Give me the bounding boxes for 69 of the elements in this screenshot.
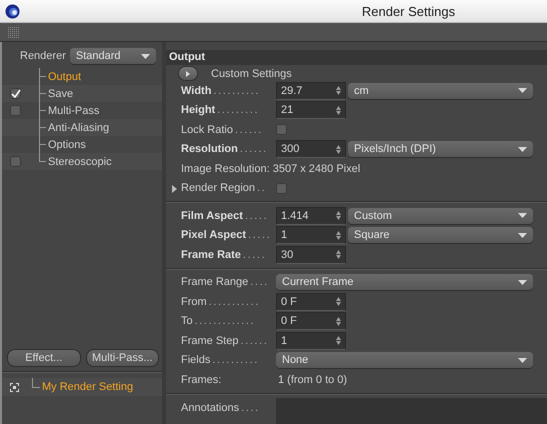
caret-icon bbox=[518, 280, 527, 285]
number-field[interactable]: 21 bbox=[276, 101, 346, 120]
dropdown[interactable]: None bbox=[276, 352, 533, 368]
field-label: Height ......... bbox=[181, 104, 260, 116]
unit-dropdown[interactable]: Square bbox=[348, 227, 533, 244]
caret-icon bbox=[518, 146, 527, 152]
renderer-dropdown[interactable]: Standard bbox=[70, 48, 156, 64]
caret-icon bbox=[141, 54, 150, 58]
field-label: Film Aspect ..... bbox=[181, 210, 270, 222]
info-value: 1 (from 0 to 0) bbox=[278, 374, 348, 386]
renderer-label: Renderer bbox=[20, 50, 66, 62]
field-label: Width .......... bbox=[181, 84, 262, 97]
spinner-icon[interactable] bbox=[336, 230, 341, 240]
number-field[interactable]: 300 bbox=[276, 140, 346, 158]
spinner-icon[interactable] bbox=[336, 144, 341, 154]
field-label: From ........... bbox=[181, 296, 261, 308]
checkbox[interactable] bbox=[276, 124, 287, 136]
spinner-icon[interactable] bbox=[336, 211, 341, 220]
section-header: Output bbox=[166, 50, 547, 65]
preset-menu-button[interactable] bbox=[178, 66, 198, 81]
unit-dropdown[interactable]: Custom bbox=[348, 208, 533, 224]
caret-icon bbox=[518, 88, 527, 94]
spinner-icon[interactable] bbox=[336, 250, 341, 260]
number-field[interactable]: 30 bbox=[276, 246, 346, 264]
field-label: Annotations .... bbox=[181, 402, 261, 414]
sidebar-button[interactable]: Multi-Pass... bbox=[86, 349, 159, 367]
dropdown[interactable]: Current Frame bbox=[276, 274, 533, 290]
spinner-icon[interactable] bbox=[336, 316, 341, 326]
focus-icon bbox=[10, 382, 19, 392]
checkbox[interactable] bbox=[276, 182, 287, 194]
caret-icon bbox=[518, 213, 527, 218]
checkbox[interactable] bbox=[10, 156, 21, 167]
field-label: Frame Range .... bbox=[181, 276, 270, 288]
triangle-icon bbox=[186, 70, 190, 76]
info-text: Image Resolution: 3507 x 2480 Pixel bbox=[181, 162, 360, 175]
unit-dropdown[interactable]: cm bbox=[348, 82, 533, 99]
number-field[interactable]: 0 F bbox=[276, 292, 346, 311]
caret-icon bbox=[518, 358, 527, 363]
field-label: Resolution ...... bbox=[181, 143, 269, 156]
field-label: Pixel Aspect ..... bbox=[181, 229, 272, 242]
unit-dropdown[interactable]: Pixels/Inch (DPI) bbox=[348, 141, 533, 158]
spinner-icon[interactable] bbox=[336, 86, 341, 96]
checkbox[interactable] bbox=[10, 105, 21, 116]
field-label: Lock Ratio ...... bbox=[181, 124, 264, 136]
field-label: Fields .......... bbox=[181, 354, 260, 366]
number-field[interactable]: 0 F bbox=[276, 312, 346, 330]
number-field[interactable]: 1 bbox=[276, 332, 346, 350]
spinner-icon[interactable] bbox=[336, 106, 341, 115]
sidebar-button[interactable]: Effect... bbox=[7, 349, 80, 367]
number-field[interactable]: 1.414 bbox=[276, 206, 346, 225]
app-logo-icon bbox=[5, 4, 20, 18]
caret-icon bbox=[518, 232, 527, 238]
checkbox[interactable] bbox=[10, 88, 21, 99]
field-label: Frames: bbox=[181, 374, 222, 386]
expand-arrow-icon[interactable] bbox=[172, 184, 177, 192]
spinner-icon[interactable] bbox=[336, 297, 341, 306]
preset-label: Custom Settings bbox=[211, 68, 292, 80]
nav-item[interactable]: Options bbox=[47, 138, 86, 150]
field-label: Frame Step ...... bbox=[181, 334, 270, 347]
field-label: Render Region .. bbox=[181, 182, 268, 194]
number-field[interactable]: 29.7 bbox=[276, 82, 346, 100]
nav-item[interactable]: Output bbox=[47, 70, 82, 82]
nav-item[interactable]: Multi-Pass bbox=[47, 104, 100, 116]
spinner-icon[interactable] bbox=[336, 336, 341, 346]
field-label: To ............. bbox=[181, 315, 256, 328]
nav-item[interactable]: Save bbox=[47, 88, 74, 100]
number-field[interactable]: 1 bbox=[276, 226, 346, 244]
field-label: Frame Rate ..... bbox=[181, 248, 268, 261]
window-title: Render Settings bbox=[360, 4, 456, 18]
